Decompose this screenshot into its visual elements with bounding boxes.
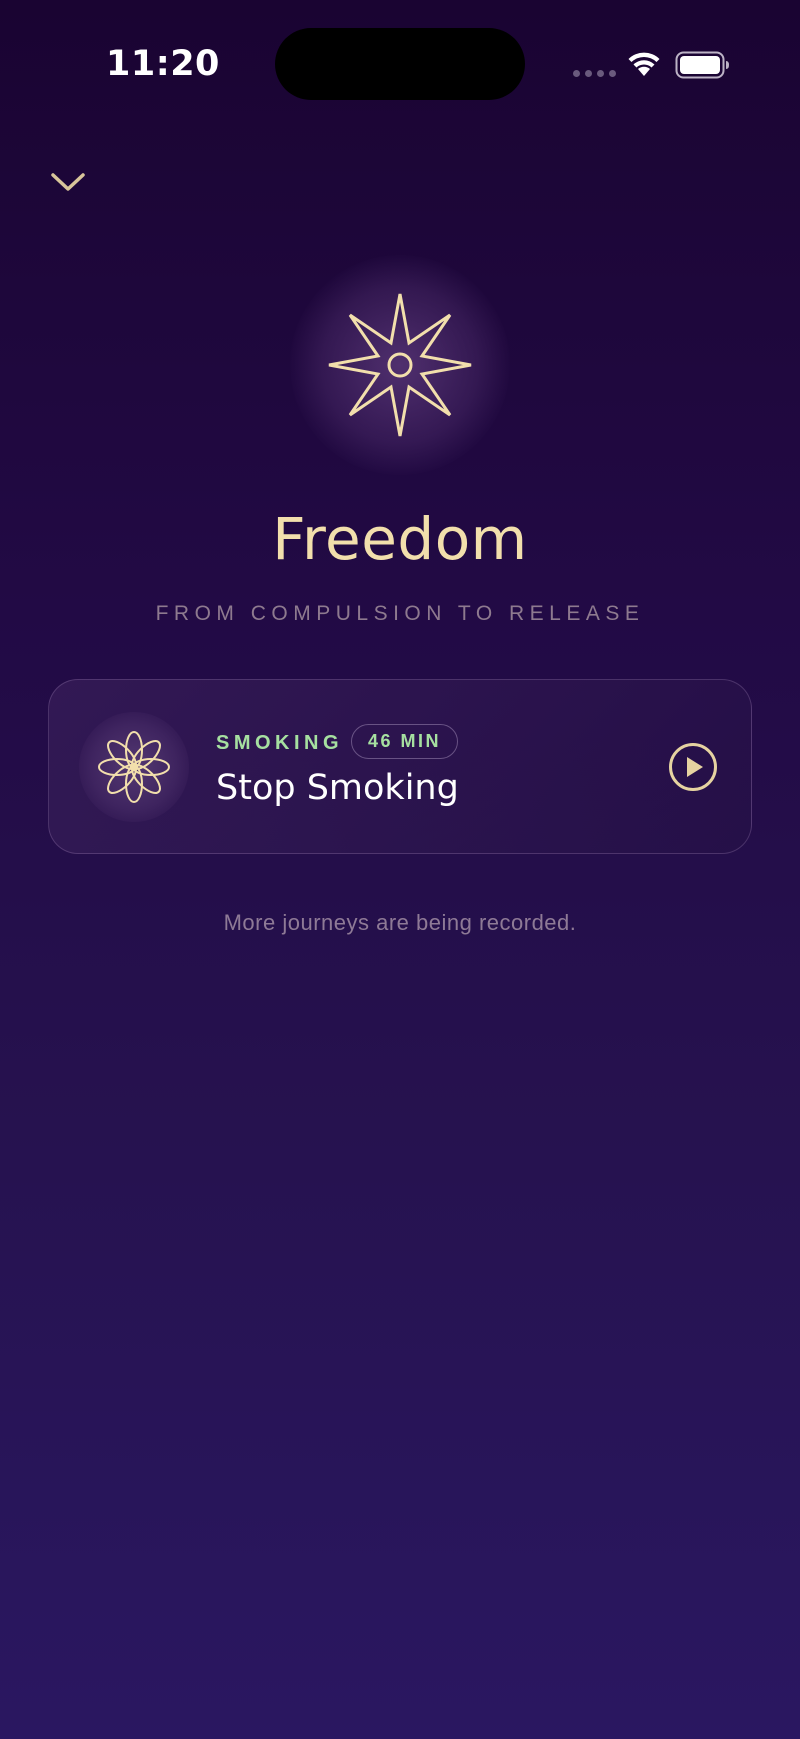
battery-icon <box>675 51 729 79</box>
journey-title: Stop Smoking <box>216 768 459 808</box>
page-subtitle: FROM COMPULSION TO RELEASE <box>155 602 645 625</box>
eight-point-star-icon <box>328 293 472 437</box>
status-time: 11:20 <box>106 44 220 84</box>
collapse-button[interactable] <box>44 162 92 202</box>
chevron-down-icon <box>51 173 85 191</box>
dynamic-island <box>275 28 525 100</box>
journey-icon-badge <box>79 712 189 822</box>
flower-icon <box>98 731 170 803</box>
page-title: Freedom <box>272 505 528 573</box>
footnote: More journeys are being recorded. <box>223 910 577 935</box>
play-icon[interactable] <box>668 742 718 792</box>
wifi-icon <box>628 52 660 76</box>
cellular-signal-icon <box>573 70 616 77</box>
duration-badge: 46 MIN <box>351 724 459 759</box>
journey-card[interactable]: SMOKING 46 MIN Stop Smoking <box>48 679 752 854</box>
journey-category: SMOKING <box>216 732 344 754</box>
